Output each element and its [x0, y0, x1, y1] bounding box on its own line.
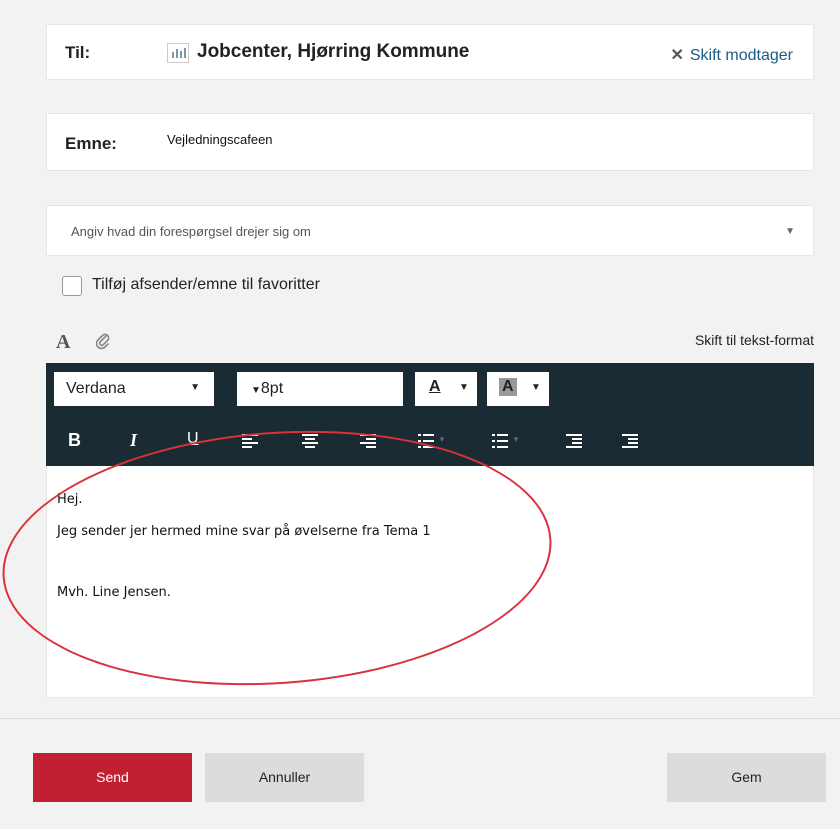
- editor-toolbar: Verdana ▼ ▼8pt A ▼ A ▼ B I U ▼ ▼: [46, 363, 814, 466]
- close-icon: ✕: [670, 47, 684, 64]
- font-size-value: ▼8pt: [251, 380, 284, 397]
- text-format-icon[interactable]: A: [56, 331, 70, 354]
- italic-button[interactable]: I: [130, 431, 137, 449]
- favorite-label[interactable]: Tilføj afsender/emne til favoritter: [92, 276, 320, 294]
- subject-input[interactable]: [167, 132, 767, 147]
- message-editor[interactable]: Hej. Jeg sender jer hermed mine svar på …: [46, 466, 814, 698]
- switch-to-text-format-link[interactable]: Skift til tekst-format: [695, 332, 814, 348]
- topic-select[interactable]: Angiv hvad din forespørgsel drejer sig o…: [46, 205, 814, 256]
- indent-icon[interactable]: [622, 433, 638, 449]
- cancel-button[interactable]: Annuller: [205, 753, 364, 802]
- caret-down-icon: ▼: [251, 385, 261, 396]
- chevron-down-icon: ▼: [785, 226, 795, 237]
- message-line: Hej.: [57, 492, 83, 507]
- change-recipient-label: Skift modtager: [689, 47, 793, 64]
- message-line: Jeg sender jer hermed mine svar på øvels…: [57, 524, 431, 539]
- underline-button[interactable]: U: [187, 431, 199, 447]
- caret-down-icon: ▼: [459, 382, 469, 393]
- caret-down-icon[interactable]: ▼: [438, 436, 446, 444]
- font-family-value: Verdana: [66, 380, 126, 397]
- topic-select-placeholder: Angiv hvad din forespørgsel drejer sig o…: [71, 224, 311, 239]
- send-button[interactable]: Send: [33, 753, 192, 802]
- background-color-dropdown[interactable]: A ▼: [487, 372, 549, 406]
- numbered-list-icon[interactable]: [492, 433, 508, 449]
- bold-button[interactable]: B: [68, 431, 81, 449]
- change-recipient-link[interactable]: ✕ Skift modtager: [670, 45, 793, 65]
- bullet-list-icon[interactable]: [418, 433, 434, 449]
- align-center-icon[interactable]: [302, 433, 318, 449]
- subject-label: Emne:: [65, 134, 117, 153]
- align-left-icon[interactable]: [242, 433, 258, 449]
- text-color-icon: A: [429, 378, 441, 395]
- subject-field: Emne:: [46, 113, 814, 171]
- favorite-checkbox[interactable]: [62, 276, 82, 296]
- align-right-icon[interactable]: [360, 433, 376, 449]
- font-size-dropdown[interactable]: ▼8pt: [237, 372, 403, 406]
- recipient-label: Til:: [65, 43, 91, 62]
- attachment-icon[interactable]: [95, 332, 110, 355]
- recipient-field: Til: Jobcenter, Hjørring Kommune ✕ Skift …: [46, 24, 814, 80]
- text-color-dropdown[interactable]: A ▼: [415, 372, 477, 406]
- caret-down-icon: ▼: [190, 382, 200, 393]
- outdent-icon[interactable]: [566, 433, 582, 449]
- recipient-name: Jobcenter, Hjørring Kommune: [197, 41, 470, 62]
- footer-divider: [0, 718, 840, 719]
- font-family-dropdown[interactable]: Verdana ▼: [54, 372, 214, 406]
- organization-icon: [167, 43, 189, 63]
- save-button[interactable]: Gem: [667, 753, 826, 802]
- caret-down-icon: ▼: [531, 382, 541, 393]
- caret-down-icon[interactable]: ▼: [512, 436, 520, 444]
- message-line: Mvh. Line Jensen.: [57, 585, 171, 600]
- background-color-icon: A: [499, 378, 517, 396]
